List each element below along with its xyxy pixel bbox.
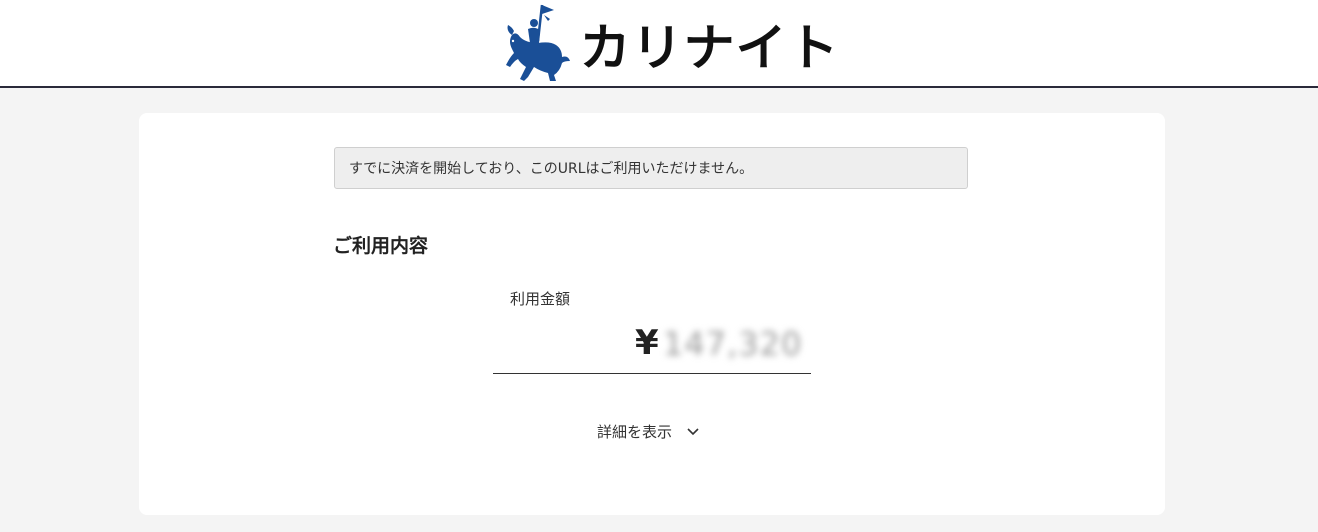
- section-title: ご利用内容: [333, 235, 429, 257]
- site-header: カリナイト: [0, 0, 1318, 88]
- show-details-button[interactable]: 詳細を表示: [597, 421, 700, 442]
- notice-message: すでに決済を開始しており、このURLはご利用いただけません。: [334, 147, 968, 189]
- show-details-label: 詳細を表示: [597, 423, 673, 441]
- amount-label: 利用金額: [510, 290, 571, 308]
- brand-logo[interactable]: カリナイト: [504, 0, 840, 84]
- notice-text: すでに決済を開始しており、このURLはご利用いただけません。: [349, 161, 754, 177]
- amount-value: 147,320: [663, 325, 803, 363]
- brand-name: カリナイト: [579, 19, 840, 77]
- chevron-down-icon: [687, 427, 699, 435]
- usage-card: すでに決済を開始しており、このURLはご利用いただけません。 ご利用内容 利用金…: [139, 113, 1165, 515]
- amount-row: ¥ 147,320: [493, 321, 811, 374]
- knight-on-horse-icon: [506, 4, 570, 81]
- currency-symbol: ¥: [635, 323, 659, 363]
